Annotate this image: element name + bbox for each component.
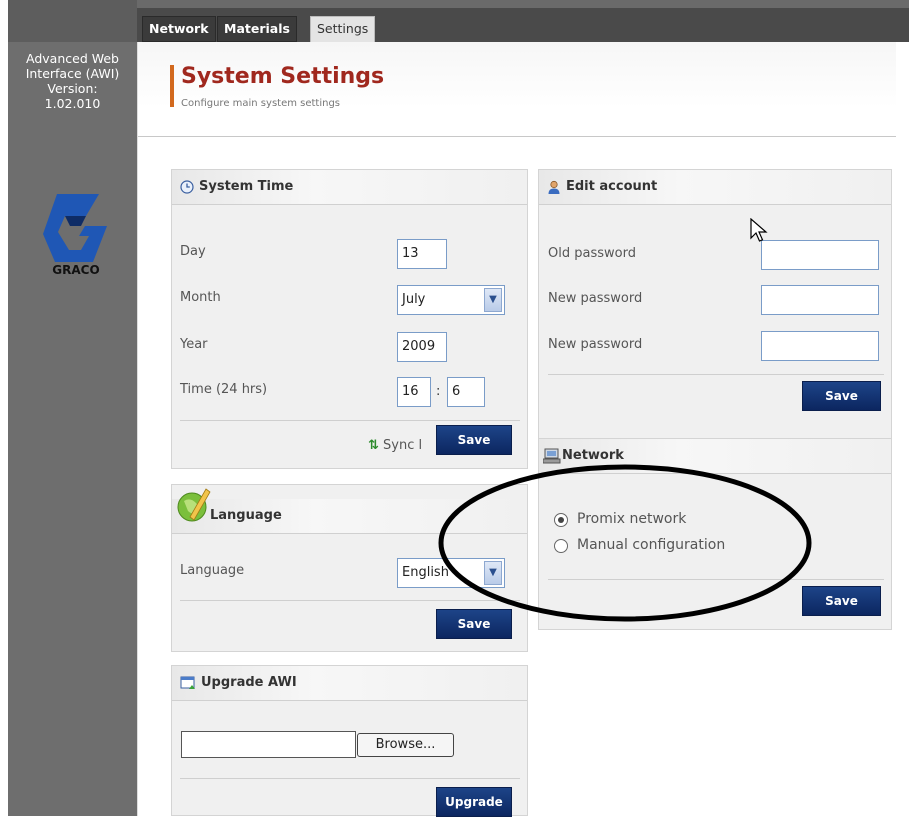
version-number: 1.02.010	[44, 96, 101, 111]
version-label: Version:	[47, 81, 98, 96]
graco-logo-icon: GRACO	[43, 194, 107, 276]
app-name-line1: Advanced Web	[26, 51, 119, 66]
language-panel: Language Language English ▼ Save	[171, 484, 528, 652]
month-select-value: July	[402, 292, 426, 307]
system-time-title: System Time	[199, 179, 294, 194]
year-input[interactable]: 2009	[397, 332, 447, 362]
sync-link[interactable]: ⇅ Sync l	[368, 438, 422, 453]
edit-account-title: Edit account	[566, 179, 658, 194]
month-label: Month	[180, 290, 221, 305]
manual-configuration-label: Manual configuration	[577, 537, 726, 553]
upgrade-title: Upgrade AWI	[201, 675, 297, 690]
page-header: System Settings Configure main system se…	[138, 42, 896, 137]
sidebar-top-strip	[8, 0, 137, 42]
top-tab-bar: Network Materials Settings	[137, 0, 909, 50]
day-input[interactable]: 13	[397, 239, 447, 269]
new-password-label: New password	[548, 291, 643, 306]
left-sidebar: Advanced Web Interface (AWI) Version: 1.…	[8, 0, 137, 816]
month-select[interactable]: July ▼	[397, 285, 505, 315]
promix-network-label: Promix network	[577, 511, 687, 527]
upgrade-window-icon	[180, 676, 195, 689]
divider	[548, 579, 884, 580]
svg-text:GRACO: GRACO	[52, 263, 99, 276]
system-time-save-button[interactable]: Save	[436, 425, 512, 455]
network-title: Network	[562, 448, 624, 463]
divider	[180, 778, 520, 779]
old-password-label: Old password	[548, 246, 636, 261]
app-info: Advanced Web Interface (AWI) Version: 1.…	[8, 51, 137, 111]
page-title: System Settings	[181, 64, 385, 89]
system-time-header: System Time	[172, 170, 527, 205]
language-select[interactable]: English ▼	[397, 558, 505, 588]
clock-icon	[180, 179, 194, 194]
divider	[548, 374, 884, 375]
edit-account-panel: Edit account Old password New password N…	[538, 169, 892, 453]
upgrade-header: Upgrade AWI	[172, 666, 527, 701]
minute-input[interactable]: 6	[447, 377, 485, 407]
divider	[180, 600, 520, 601]
upgrade-button[interactable]: Upgrade	[436, 787, 512, 817]
network-header: Network	[539, 439, 891, 474]
sync-arrows-icon: ⇅	[368, 438, 379, 453]
title-accent-bar	[170, 65, 174, 107]
edit-account-save-button[interactable]: Save	[802, 381, 881, 411]
globe-pencil-icon	[177, 488, 211, 522]
browse-button[interactable]: Browse...	[357, 733, 454, 757]
divider	[180, 420, 520, 421]
manual-configuration-radio[interactable]	[554, 539, 568, 553]
network-save-button[interactable]: Save	[802, 586, 881, 616]
network-computer-icon	[543, 448, 561, 463]
upgrade-panel: Upgrade AWI Browse... Upgrade	[171, 665, 528, 817]
language-header: Language	[172, 499, 527, 534]
year-label: Year	[180, 337, 208, 352]
old-password-field[interactable]	[761, 240, 879, 270]
promix-network-radio[interactable]	[554, 513, 568, 527]
network-panel: Network Promix network Manual configurat…	[538, 438, 892, 630]
day-label: Day	[180, 244, 206, 259]
page-subtitle: Configure main system settings	[181, 98, 341, 109]
upgrade-file-input[interactable]	[181, 731, 356, 758]
user-icon	[548, 180, 560, 194]
tab-network[interactable]: Network	[142, 16, 216, 42]
time-label: Time (24 hrs)	[180, 382, 268, 397]
new-password-field[interactable]	[761, 285, 879, 315]
language-title: Language	[210, 508, 282, 523]
system-time-panel: System Time Day 13 Month July ▼ Year 200…	[171, 169, 528, 469]
main-content: System Settings Configure main system se…	[137, 42, 896, 817]
app-name-line2: Interface (AWI)	[25, 66, 120, 81]
edit-account-header: Edit account	[539, 170, 891, 205]
chevron-down-icon: ▼	[484, 561, 502, 585]
language-select-value: English	[402, 565, 449, 580]
hour-input[interactable]: 16	[397, 377, 431, 407]
language-label: Language	[180, 563, 245, 578]
tab-materials[interactable]: Materials	[217, 16, 297, 42]
time-separator: :	[436, 384, 441, 399]
mouse-cursor-icon	[750, 218, 768, 242]
confirm-password-field[interactable]	[761, 331, 879, 361]
confirm-password-label: New password	[548, 337, 643, 352]
sync-label: Sync l	[383, 438, 423, 453]
language-save-button[interactable]: Save	[436, 609, 512, 639]
chevron-down-icon: ▼	[484, 288, 502, 312]
